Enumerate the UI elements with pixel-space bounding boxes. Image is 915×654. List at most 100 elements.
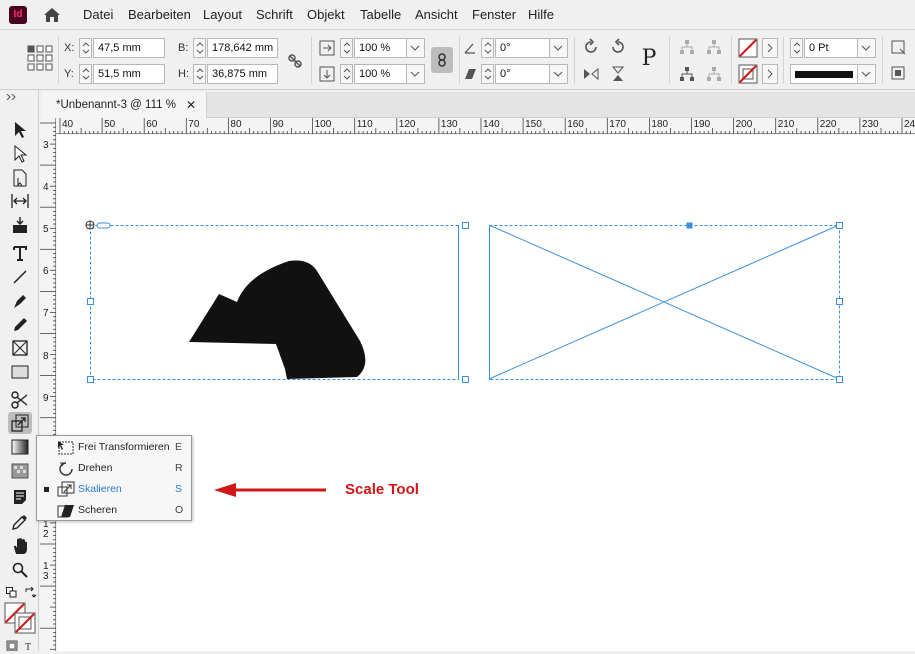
constrain-scale-button[interactable]	[431, 47, 453, 73]
scissors-tool[interactable]	[8, 389, 32, 411]
select-content-icon[interactable]	[678, 66, 696, 84]
menu-objekt[interactable]: Objekt	[307, 7, 345, 22]
y-field[interactable]: 51,5 mm	[93, 64, 165, 84]
document-tab[interactable]: *Unbenannt-3 @ 111 % ✕	[42, 92, 207, 118]
note-tool[interactable]	[8, 486, 32, 508]
ruler-label: 240	[904, 119, 915, 130]
rectangle-icon	[11, 365, 29, 379]
height-field[interactable]: 36,875 mm	[207, 64, 278, 84]
shear-spinner[interactable]	[481, 64, 494, 84]
swap-fill-stroke-icon[interactable]	[24, 587, 36, 599]
fill-none-swatch[interactable]	[738, 38, 758, 58]
home-icon[interactable]	[42, 5, 62, 25]
rotate-ccw-icon[interactable]	[609, 38, 627, 56]
shear-angle-icon	[465, 69, 476, 79]
select-next-icon[interactable]	[704, 66, 726, 84]
close-icon[interactable]: ✕	[186, 92, 196, 118]
x-spinner[interactable]	[79, 38, 92, 58]
horizontal-ruler[interactable]: 40 50 60 70 80 90 100 110 120 130 140 150 160 170 180 1…	[56, 118, 915, 134]
hand-tool[interactable]	[8, 535, 32, 557]
flip-horizontal-icon[interactable]	[582, 65, 600, 83]
constrain-proportions-icon[interactable]	[286, 52, 304, 70]
menu-bearbeiten[interactable]: Bearbeiten	[128, 7, 191, 22]
fill-swatch-menu-button[interactable]	[762, 38, 778, 58]
stroke-swatch-menu-button[interactable]	[762, 64, 778, 84]
fill-stroke-swatches[interactable]	[4, 602, 36, 634]
scale-x-spinner[interactable]	[340, 38, 353, 58]
menu-fenster[interactable]: Fenster	[472, 7, 516, 22]
pencil-tool[interactable]	[8, 313, 32, 335]
stroke-weight-field[interactable]: 0 Pt	[804, 38, 858, 58]
reference-point-marker	[85, 220, 111, 230]
scale-x-dropdown[interactable]	[407, 38, 425, 58]
rotate-cw-icon[interactable]	[582, 38, 600, 56]
vertical-ruler[interactable]: 34567891 01 11 21 3	[40, 118, 56, 651]
stroke-weight-dropdown[interactable]	[858, 38, 876, 58]
line-tool[interactable]	[8, 266, 32, 288]
stroke-none-swatch[interactable]	[738, 64, 758, 84]
collapse-panel-icon[interactable]	[6, 94, 20, 100]
rectangle-tool[interactable]	[8, 361, 32, 383]
menu-datei[interactable]: Datei	[83, 7, 113, 22]
formatting-affects-icon[interactable]: T	[6, 640, 36, 651]
rotate-field[interactable]: 0°	[495, 38, 550, 58]
gradient-feather-tool[interactable]	[8, 460, 32, 482]
pen-tool[interactable]	[8, 290, 32, 312]
ruler-label: 220	[819, 119, 837, 130]
flyout-item-scale[interactable]: Skalieren S	[37, 479, 191, 500]
ruler-label: 100	[314, 119, 332, 130]
stroke-type-dropdown[interactable]	[858, 64, 876, 84]
ruler-label: 8	[43, 350, 49, 362]
scale-x-field[interactable]: 100 %	[354, 38, 407, 58]
scale-y-dropdown[interactable]	[407, 64, 425, 84]
gradient-swatch-tool[interactable]	[8, 436, 32, 458]
ruler-label: 9	[43, 392, 49, 404]
eyedropper-tool[interactable]	[8, 511, 32, 533]
gap-tool[interactable]	[8, 190, 32, 212]
y-spinner[interactable]	[79, 64, 92, 84]
menu-layout[interactable]: Layout	[203, 7, 242, 22]
flyout-item-rotate[interactable]: Drehen R	[37, 458, 191, 479]
frame-fitting-icon[interactable]	[891, 40, 907, 56]
rectangle-frame-tool[interactable]	[8, 337, 32, 359]
paragraph-glyph[interactable]: P	[636, 45, 662, 73]
zoom-icon	[12, 562, 28, 578]
rotate-spinner[interactable]	[481, 38, 494, 58]
annotation-arrow	[214, 483, 326, 497]
width-spinner[interactable]	[193, 38, 206, 58]
flip-vertical-icon[interactable]	[609, 65, 627, 83]
type-tool[interactable]	[8, 242, 32, 264]
handle-bottom-middle-left	[462, 376, 469, 383]
height-spinner[interactable]	[193, 64, 206, 84]
fit-content-icon[interactable]	[891, 66, 907, 82]
x-field[interactable]: 47,5 mm	[93, 38, 165, 58]
scale-y-spinner[interactable]	[340, 64, 353, 84]
scale-tool[interactable]	[8, 412, 32, 434]
selection-tool[interactable]	[8, 119, 32, 141]
ruler-label: 40	[62, 119, 74, 130]
menu-schrift[interactable]: Schrift	[256, 7, 293, 22]
ruler-label: 230	[861, 119, 879, 130]
menu-ansicht[interactable]: Ansicht	[415, 7, 458, 22]
stroke-type-field[interactable]	[790, 64, 858, 84]
scale-y-field[interactable]: 100 %	[354, 64, 407, 84]
shear-field[interactable]: 0°	[495, 64, 550, 84]
menu-hilfe[interactable]: Hilfe	[528, 7, 554, 22]
shear-dropdown[interactable]	[550, 64, 568, 84]
stroke-weight-spinner[interactable]	[790, 38, 803, 58]
menu-tabelle[interactable]: Tabelle	[360, 7, 401, 22]
flyout-item-free-transform[interactable]: Frei Transformieren E	[37, 437, 191, 458]
ruler-label: 3	[43, 140, 49, 151]
select-container-icon[interactable]	[678, 39, 696, 57]
flyout-item-shear[interactable]: Scheren O	[37, 500, 191, 521]
document-canvas[interactable]	[57, 135, 915, 651]
default-fill-stroke-icon[interactable]	[6, 587, 17, 598]
content-collector-tool[interactable]	[8, 214, 32, 236]
zoom-tool[interactable]	[8, 559, 32, 581]
rotate-dropdown[interactable]	[550, 38, 568, 58]
select-previous-icon[interactable]	[704, 39, 726, 57]
reference-point-icon[interactable]	[27, 45, 53, 71]
width-field[interactable]: 178,642 mm	[207, 38, 278, 58]
direct-selection-tool[interactable]	[8, 143, 32, 165]
page-tool[interactable]	[8, 167, 32, 189]
